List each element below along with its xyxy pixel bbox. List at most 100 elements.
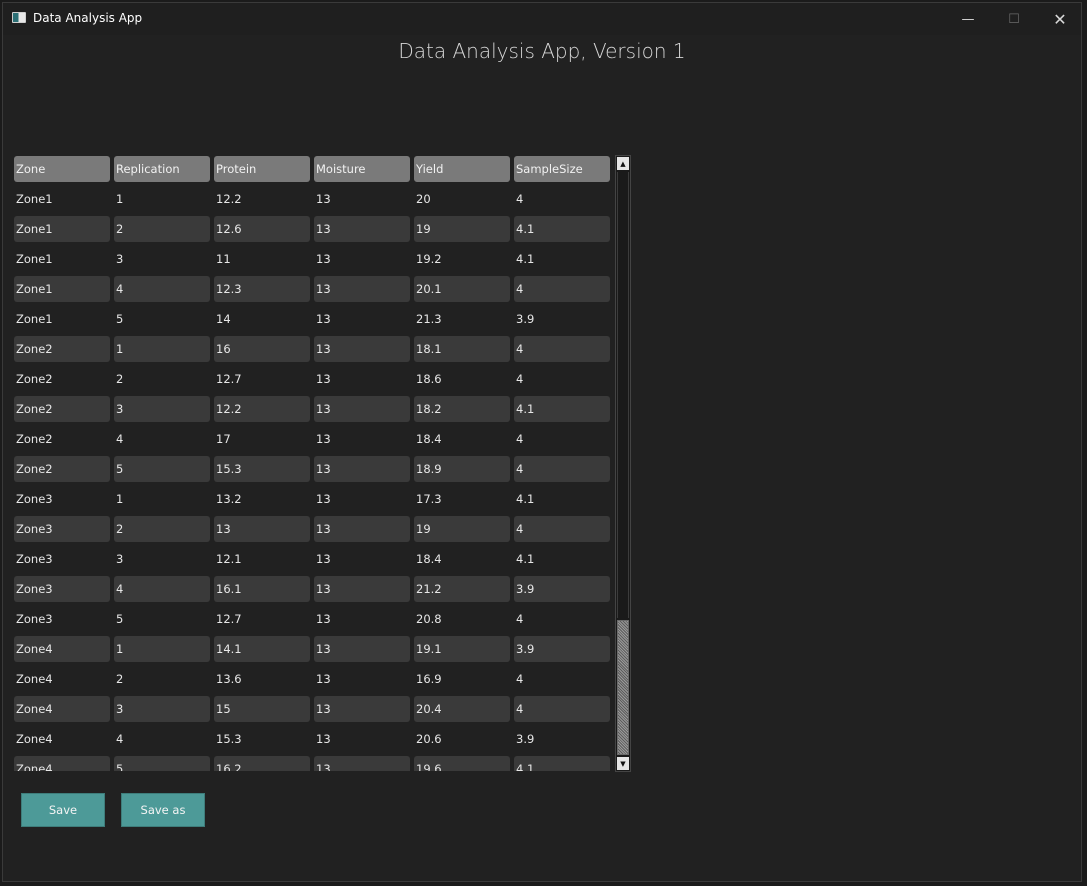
table-cell[interactable]: 18.9 — [414, 456, 510, 482]
table-cell[interactable]: Zone2 — [14, 396, 110, 422]
table-cell[interactable]: 19.2 — [414, 246, 510, 272]
scroll-down-arrow-icon[interactable]: ▼ — [617, 757, 629, 770]
column-header[interactable]: Replication — [114, 156, 210, 182]
table-cell[interactable]: 13 — [314, 636, 410, 662]
table-cell[interactable]: 13.2 — [214, 486, 310, 512]
table-cell[interactable]: 12.2 — [214, 186, 310, 212]
table-row[interactable]: Zone4 2 13.6 13 16.9 4 — [14, 666, 610, 692]
table-cell[interactable]: 1 — [114, 486, 210, 512]
table-cell[interactable]: 4 — [114, 576, 210, 602]
table-cell[interactable]: 13.6 — [214, 666, 310, 692]
table-cell[interactable]: 3.9 — [514, 576, 610, 602]
table-cell[interactable]: 13 — [314, 216, 410, 242]
table-cell[interactable]: 16 — [214, 336, 310, 362]
table-row[interactable]: Zone4 1 14.1 13 19.1 3.9 — [14, 636, 610, 662]
table-cell[interactable]: 13 — [314, 606, 410, 632]
table-cell[interactable]: 20.1 — [414, 276, 510, 302]
table-row[interactable]: Zone2 1 16 13 18.1 4 — [14, 336, 610, 362]
table-cell[interactable]: 19.6 — [414, 756, 510, 771]
table-cell[interactable]: 4 — [514, 456, 610, 482]
table-cell[interactable]: 2 — [114, 366, 210, 392]
table-row[interactable]: Zone3 1 13.2 13 17.3 4.1 — [14, 486, 610, 512]
table-row[interactable]: Zone4 4 15.3 13 20.6 3.9 — [14, 726, 610, 752]
table-cell[interactable]: 4.1 — [514, 216, 610, 242]
table-cell[interactable]: 13 — [314, 186, 410, 212]
table-row[interactable]: Zone4 5 16.2 13 19.6 4.1 — [14, 756, 610, 771]
column-header[interactable]: Yield — [414, 156, 510, 182]
table-cell[interactable]: Zone3 — [14, 486, 110, 512]
table-cell[interactable]: Zone1 — [14, 306, 110, 332]
column-header[interactable]: SampleSize — [514, 156, 610, 182]
table-cell[interactable]: 4.1 — [514, 246, 610, 272]
table-cell[interactable]: 20.8 — [414, 606, 510, 632]
table-cell[interactable]: 3 — [114, 246, 210, 272]
table-cell[interactable]: 1 — [114, 336, 210, 362]
table-cell[interactable]: 11 — [214, 246, 310, 272]
table-cell[interactable]: 4.1 — [514, 396, 610, 422]
table-cell[interactable]: 5 — [114, 606, 210, 632]
table-cell[interactable]: 5 — [114, 456, 210, 482]
table-cell[interactable]: 13 — [314, 756, 410, 771]
table-cell[interactable]: 13 — [314, 336, 410, 362]
table-cell[interactable]: 13 — [314, 426, 410, 452]
table-cell[interactable]: 3 — [114, 396, 210, 422]
table-cell[interactable]: 17.3 — [414, 486, 510, 512]
vertical-scrollbar[interactable]: ▲ ▼ — [615, 155, 631, 772]
table-cell[interactable]: Zone2 — [14, 336, 110, 362]
table-cell[interactable]: 3 — [114, 696, 210, 722]
table-cell[interactable]: 21.3 — [414, 306, 510, 332]
table-row[interactable]: Zone1 4 12.3 13 20.1 4 — [14, 276, 610, 302]
column-header[interactable]: Protein — [214, 156, 310, 182]
table-cell[interactable]: Zone3 — [14, 576, 110, 602]
table-cell[interactable]: 3 — [114, 546, 210, 572]
table-cell[interactable]: Zone1 — [14, 246, 110, 272]
table-cell[interactable]: 13 — [314, 726, 410, 752]
table-cell[interactable]: 16.9 — [414, 666, 510, 692]
table-cell[interactable]: 12.7 — [214, 366, 310, 392]
table-cell[interactable]: 13 — [314, 576, 410, 602]
table-cell[interactable]: 20.4 — [414, 696, 510, 722]
table-cell[interactable]: 1 — [114, 186, 210, 212]
table-row[interactable]: Zone1 1 12.2 13 20 4 — [14, 186, 610, 212]
table-cell[interactable]: 13 — [314, 696, 410, 722]
table-cell[interactable]: 13 — [314, 276, 410, 302]
column-header[interactable]: Moisture — [314, 156, 410, 182]
table-row[interactable]: Zone3 5 12.7 13 20.8 4 — [14, 606, 610, 632]
table-cell[interactable]: 19 — [414, 516, 510, 542]
table-cell[interactable]: Zone4 — [14, 726, 110, 752]
table-cell[interactable]: 3.9 — [514, 726, 610, 752]
table-cell[interactable]: 4 — [114, 426, 210, 452]
table-cell[interactable]: 16.2 — [214, 756, 310, 771]
table-row[interactable]: Zone1 5 14 13 21.3 3.9 — [14, 306, 610, 332]
scrollbar-track[interactable] — [617, 172, 629, 618]
table-cell[interactable]: 3.9 — [514, 306, 610, 332]
table-cell[interactable]: 18.1 — [414, 336, 510, 362]
table-cell[interactable]: 4 — [514, 606, 610, 632]
table-cell[interactable]: Zone4 — [14, 756, 110, 771]
table-cell[interactable]: 17 — [214, 426, 310, 452]
table-cell[interactable]: 4 — [514, 516, 610, 542]
table-cell[interactable]: 18.4 — [414, 546, 510, 572]
table-cell[interactable]: 20.6 — [414, 726, 510, 752]
save-button[interactable]: Save — [21, 793, 105, 827]
table-cell[interactable]: Zone3 — [14, 606, 110, 632]
table-row[interactable]: Zone2 5 15.3 13 18.9 4 — [14, 456, 610, 482]
table-cell[interactable]: 4.1 — [514, 756, 610, 771]
minimize-button[interactable]: — — [945, 3, 991, 35]
table-cell[interactable]: 13 — [314, 366, 410, 392]
table-cell[interactable]: 19 — [414, 216, 510, 242]
table-cell[interactable]: 13 — [314, 666, 410, 692]
close-button[interactable]: ✕ — [1037, 3, 1083, 35]
table-cell[interactable]: 13 — [314, 546, 410, 572]
table-cell[interactable]: 4 — [514, 696, 610, 722]
table-cell[interactable]: 2 — [114, 666, 210, 692]
title-bar[interactable]: Data Analysis App — ☐ ✕ — [3, 3, 1081, 35]
table-cell[interactable]: Zone4 — [14, 666, 110, 692]
table-cell[interactable]: Zone4 — [14, 696, 110, 722]
table-cell[interactable]: Zone2 — [14, 456, 110, 482]
data-table-viewport[interactable]: Zone Replication Protein Moisture Yield Sampl… — [12, 154, 612, 771]
table-cell[interactable]: 4.1 — [514, 486, 610, 512]
table-row[interactable]: Zone2 3 12.2 13 18.2 4.1 — [14, 396, 610, 422]
save-as-button[interactable]: Save as — [121, 793, 205, 827]
table-cell[interactable]: 13 — [314, 516, 410, 542]
